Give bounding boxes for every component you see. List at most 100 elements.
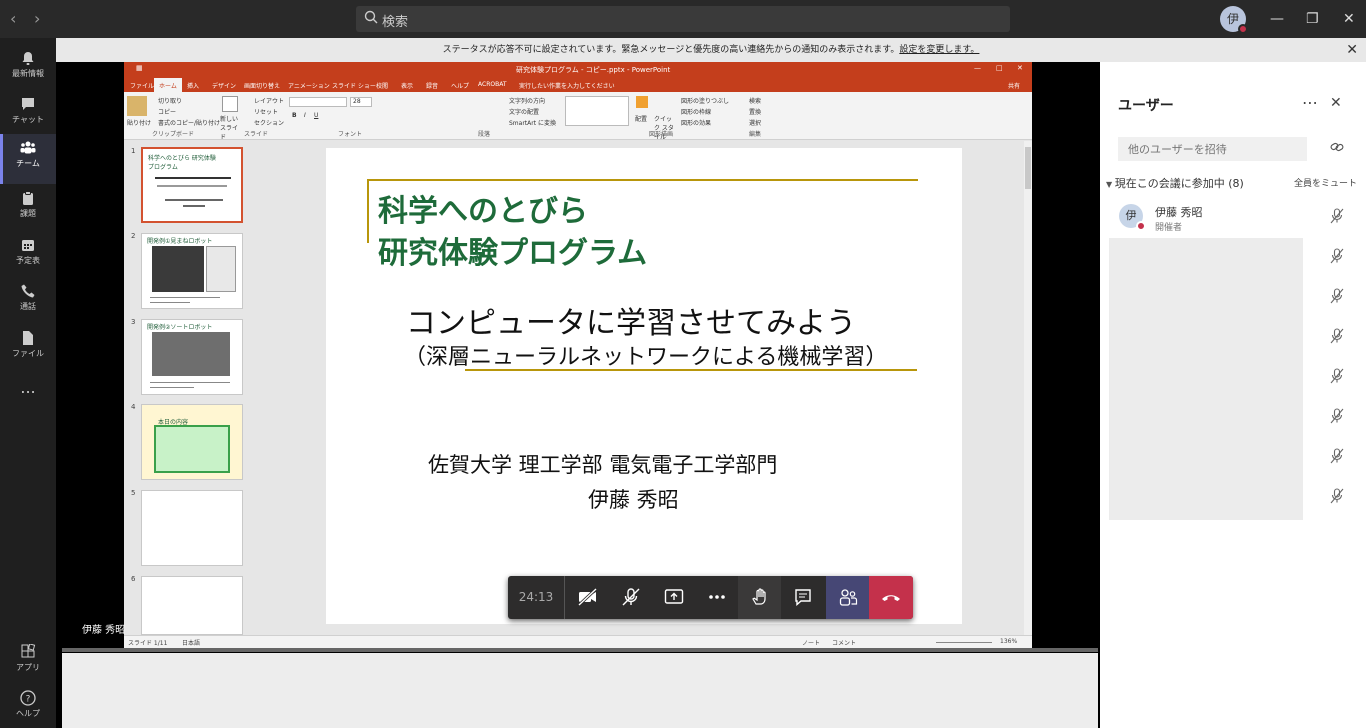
participant-mic-off-icon[interactable] — [1330, 368, 1344, 384]
more-actions-button[interactable] — [695, 576, 738, 619]
mic-toggle-button[interactable] — [609, 576, 652, 619]
close-window-icon[interactable]: ✕ — [1343, 11, 1355, 27]
rail-label: ファイル — [12, 349, 44, 358]
close-panel-icon[interactable]: ✕ — [1330, 95, 1342, 111]
participant-mic-off-icon[interactable] — [1330, 288, 1344, 304]
rail-item-assignments[interactable]: 課題 — [0, 184, 56, 230]
ppt-tab: 挿入 — [187, 83, 200, 90]
meeting-lower-area — [62, 653, 1098, 728]
dnd-status-icon — [1238, 24, 1248, 34]
camera-toggle-button[interactable] — [566, 576, 609, 619]
slide-affiliation: 佐賀大学 理工学部 電気電子工学部門 — [428, 453, 778, 477]
svg-text:?: ? — [26, 695, 31, 705]
participant-mic-off-icon[interactable] — [1330, 408, 1344, 424]
participant-mic-off-icon[interactable] — [1330, 488, 1344, 504]
close-notification-icon[interactable]: ✕ — [1346, 38, 1358, 62]
thumb-number: 4 — [131, 403, 136, 411]
slide-thumbnail-5 — [141, 490, 243, 566]
paste-icon — [127, 96, 147, 116]
slide-subtitle-rule — [465, 369, 917, 371]
panel-more-options-icon[interactable]: ⋯ — [1302, 93, 1318, 112]
camera-off-icon — [577, 587, 597, 607]
slide-subtitle-2: （深層ニューラルネットワークによる機械学習） — [404, 345, 888, 370]
ribbon-new-slide: 新しいスライド — [220, 116, 239, 141]
maximize-icon[interactable]: ❐ — [1306, 11, 1319, 27]
ppt-tab: デザイン — [212, 83, 237, 90]
thumb-box — [154, 425, 230, 473]
ppt-tab: 校閲 — [376, 83, 389, 90]
participant-name[interactable]: 伊藤 秀昭 — [1155, 204, 1203, 220]
meeting-controls-bar: 24:13 — [508, 576, 913, 619]
rail-item-teams[interactable]: チーム — [0, 134, 56, 184]
chat-button[interactable] — [781, 576, 824, 619]
thumb-line — [150, 382, 230, 383]
ppt-tab-home: ホーム — [154, 78, 182, 92]
ribbon-section: セクション — [254, 120, 285, 127]
thumb-line — [183, 205, 205, 207]
participant-mic-off-icon[interactable] — [1330, 328, 1344, 344]
bell-icon — [22, 52, 34, 65]
ribbon-shape-effects: 図形の効果 — [681, 120, 712, 127]
slide-thumbnail-6 — [141, 576, 243, 635]
invite-people-input[interactable] — [1118, 137, 1307, 161]
thumb-title: 科学へのとびら 研究体験プログラム — [148, 155, 216, 171]
thumb-line — [165, 199, 223, 201]
ribbon-shape-outline: 図形の枠線 — [681, 109, 712, 116]
rail-label: チャット — [12, 115, 44, 124]
thumb-number: 6 — [131, 575, 136, 583]
title-bar: ‹ › 検索 伊 — ❐ ✕ — [0, 0, 1366, 38]
participants-icon — [839, 589, 857, 606]
search-bar[interactable]: 検索 — [356, 6, 1010, 32]
ribbon-group-paragraph: 段落 — [478, 131, 491, 138]
chevron-down-icon: ▼ — [1106, 180, 1115, 189]
ribbon-quick-styles: クイック スタイル — [654, 116, 674, 141]
rail-item-help[interactable]: ? ヘルプ — [0, 684, 56, 728]
rail-item-files[interactable]: ファイル — [0, 324, 56, 370]
teams-icon — [20, 141, 36, 154]
ribbon-layout: レイアウト — [254, 98, 285, 105]
status-slide-info: スライド 1/11 — [128, 640, 168, 647]
hang-up-icon — [882, 595, 900, 601]
rail-label: 課題 — [20, 209, 36, 218]
participant-mic-off-icon[interactable] — [1330, 248, 1344, 264]
ppt-tab: ファイル — [130, 83, 155, 90]
hang-up-button[interactable] — [869, 576, 913, 619]
rail-item-calls[interactable]: 通話 — [0, 277, 56, 323]
slide-thumbnail-1: 科学へのとびら 研究体験プログラム — [141, 147, 243, 223]
slide-thumbnail-pane: 1 科学へのとびら 研究体験プログラム 2 開発例①見まねロボット 3 開発例②… — [124, 141, 262, 635]
share-screen-button[interactable] — [652, 576, 695, 619]
minimize-icon[interactable]: — — [1270, 11, 1284, 27]
back-icon[interactable]: ‹ — [10, 9, 16, 28]
rail-item-chat[interactable]: チャット — [0, 90, 56, 136]
raise-hand-button[interactable] — [738, 576, 781, 619]
rail-label: チーム — [16, 159, 40, 168]
more-apps-button[interactable]: ... — [0, 374, 56, 420]
user-avatar[interactable]: 伊 — [1220, 6, 1248, 34]
ppt-window-title: 研究体験プログラム - コピー.pptx - PowerPoint — [516, 66, 671, 74]
rail-item-apps[interactable]: アプリ — [0, 638, 56, 684]
copy-link-icon[interactable] — [1330, 141, 1344, 153]
ppt-minimize-icon: — — [974, 64, 981, 72]
participant-mic-off-icon[interactable] — [1330, 208, 1344, 224]
participant-mic-off-icon[interactable] — [1330, 448, 1344, 464]
change-settings-link[interactable]: 設定を変更します。 — [899, 45, 979, 55]
in-meeting-section-header[interactable]: ▼ 現在この会議に参加中 (8) — [1106, 175, 1244, 191]
rail-item-calendar[interactable]: 予定表 — [0, 231, 56, 277]
forward-icon[interactable]: › — [34, 9, 40, 28]
presenter-name-tag: 伊藤 秀昭 — [82, 625, 126, 636]
slide-title-rule — [367, 179, 918, 181]
mute-all-button[interactable]: 全員をミュート — [1294, 176, 1357, 189]
new-slide-icon — [222, 96, 238, 112]
rail-label: 予定表 — [16, 256, 40, 265]
scroll-thumb — [1025, 147, 1031, 189]
thumb-number: 2 — [131, 232, 136, 240]
thumb-title: 開発例①見まねロボット — [147, 238, 213, 245]
rail-item-activity[interactable]: 最新情報 — [0, 44, 56, 90]
thumb-image — [152, 332, 230, 376]
slide-title-line1: 科学へのとびら — [378, 194, 588, 229]
thumb-image — [152, 246, 204, 292]
ppt-tab: アニメーション — [288, 83, 330, 90]
ppt-tab: ACROBAT — [478, 81, 507, 88]
participants-button[interactable] — [826, 576, 869, 619]
file-icon — [23, 331, 33, 345]
